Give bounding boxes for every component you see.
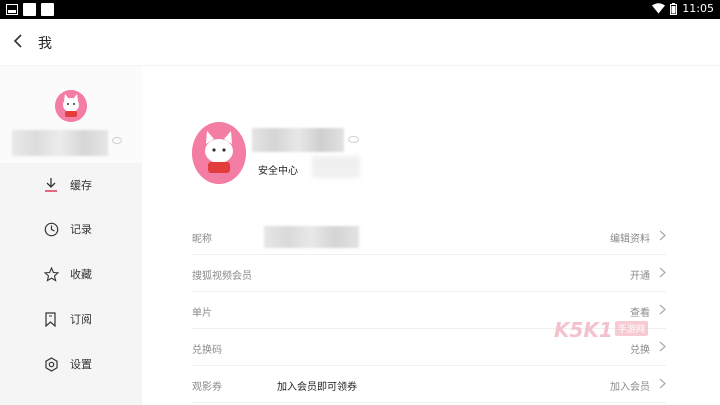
download-icon	[45, 178, 57, 192]
row-nickname[interactable]: 昵称 编辑资料	[192, 218, 666, 255]
star-icon	[44, 266, 59, 282]
watermark-tag: 手游网	[614, 321, 648, 336]
profile-avatar[interactable]	[192, 122, 246, 184]
clock-text: 11:05	[682, 2, 714, 15]
sidebar-item-favorites[interactable]: 收藏	[0, 252, 142, 296]
chevron-right-icon	[659, 230, 666, 241]
bookmark-icon	[45, 311, 56, 327]
page-title: 我	[38, 36, 52, 52]
row-label: 观影券	[192, 382, 222, 393]
chevron-right-icon	[659, 378, 666, 389]
chevron-right-icon	[659, 341, 666, 352]
eye-icon[interactable]	[112, 137, 122, 144]
watermark-logo: K5K1 手游网	[554, 318, 648, 342]
avatar[interactable]	[55, 90, 87, 122]
eye-icon[interactable]	[348, 136, 359, 143]
row-middle-text: 加入会员即可领券	[277, 382, 357, 393]
row-value: 加入会员	[610, 382, 650, 393]
row-label: 搜狐视频会员	[192, 271, 252, 282]
chevron-right-icon	[659, 267, 666, 278]
watermark-text: K5K1	[554, 318, 613, 342]
row-value: 兑换	[630, 345, 650, 356]
chevron-right-icon	[659, 304, 666, 315]
fox-avatar-icon	[55, 90, 87, 122]
image-notification-icon	[6, 4, 18, 15]
profile-name-blurred	[252, 128, 344, 152]
sidebar: 缓存 记录 收藏 订阅 设置	[0, 66, 142, 405]
row-value: 开通	[630, 271, 650, 282]
sidebar-menu: 缓存 记录 收藏 订阅 设置	[0, 163, 142, 405]
sidebar-item-label: 收藏	[70, 268, 92, 281]
clock-icon	[44, 222, 59, 236]
back-button[interactable]	[12, 32, 28, 52]
sidebar-item-settings[interactable]: 设置	[0, 342, 142, 386]
row-movie-coupon[interactable]: 观影券 加入会员即可领券 加入会员	[192, 366, 666, 403]
row-label: 单片	[192, 308, 212, 319]
sidebar-item-label: 缓存	[70, 179, 92, 192]
chevron-left-icon	[13, 34, 22, 48]
fox-avatar-icon	[192, 122, 246, 184]
wifi-icon	[652, 3, 666, 14]
sidebar-item-label: 设置	[70, 358, 92, 371]
row-label: 兑换码	[192, 345, 222, 356]
sidebar-item-label: 订阅	[70, 313, 92, 326]
settings-icon	[45, 356, 58, 372]
row-value: 查看	[630, 308, 650, 319]
main-panel: 安全中心 昵称 编辑资料 搜狐视频会员 开通 单片 查看 兑换码 兑换 观影券 …	[142, 66, 720, 405]
blurred-info	[312, 156, 360, 178]
row-membership[interactable]: 搜狐视频会员 开通	[192, 255, 666, 292]
status-bar: 11:05	[0, 0, 720, 19]
security-center-link[interactable]: 安全中心	[258, 162, 298, 177]
row-label: 昵称	[192, 234, 212, 245]
username-blurred	[12, 130, 108, 156]
top-bar: 我	[0, 19, 720, 65]
sidebar-item-history[interactable]: 记录	[0, 207, 142, 251]
nickname-blurred	[264, 226, 359, 248]
notification-icon	[41, 3, 54, 16]
sidebar-item-subscriptions[interactable]: 订阅	[0, 297, 142, 341]
sidebar-item-cache[interactable]: 缓存	[0, 163, 142, 207]
battery-icon	[670, 2, 678, 15]
sidebar-item-label: 记录	[70, 223, 92, 236]
row-value: 编辑资料	[610, 234, 650, 245]
notification-icon	[23, 3, 36, 16]
